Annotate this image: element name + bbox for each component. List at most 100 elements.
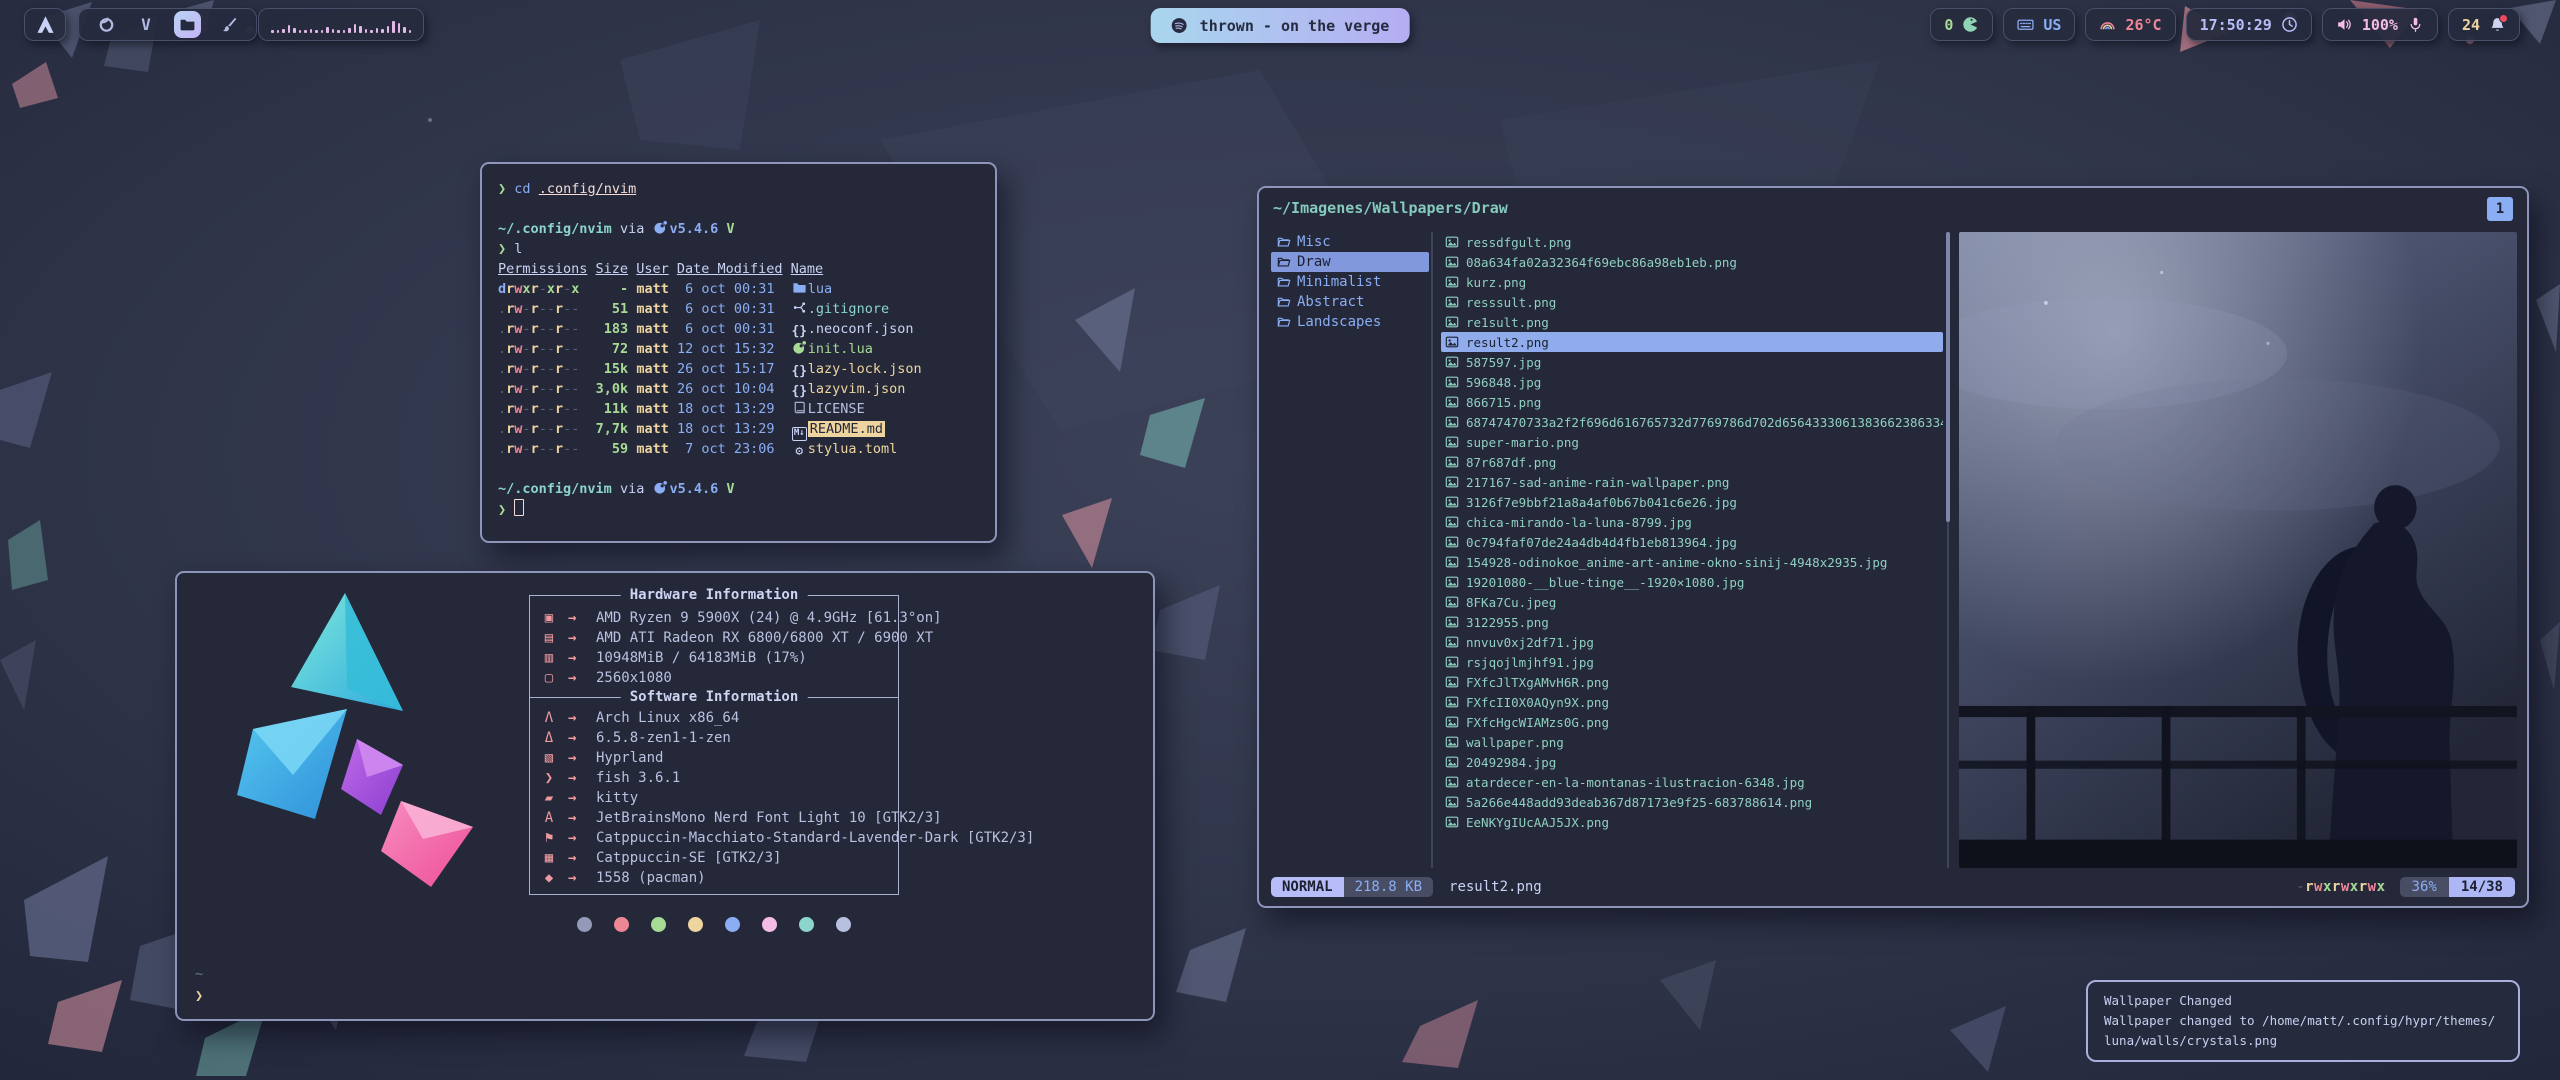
file-entry[interactable]: rsjqojlmjhf91.jpg bbox=[1441, 652, 1943, 672]
terminal-window[interactable]: ❯ cd .config/nvim ~/.config/nvim via v5.… bbox=[480, 162, 997, 543]
file-entry[interactable]: result2.png bbox=[1441, 332, 1943, 352]
file-entry[interactable]: 587597.jpg bbox=[1441, 352, 1943, 372]
music-player-pill[interactable]: thrown - on the verge bbox=[1151, 8, 1410, 43]
sidebar-dir-draw[interactable]: Draw bbox=[1271, 252, 1429, 272]
terminal-row-value: kitty bbox=[596, 788, 638, 808]
file-entry[interactable]: 8FKa7Cu.jpeg bbox=[1441, 592, 1943, 612]
file-entry[interactable]: FXfcHgcWIAMzs0G.png bbox=[1441, 712, 1943, 732]
visualizer-bar bbox=[392, 21, 395, 33]
file-size-chip: 218.8 KB bbox=[1344, 877, 1433, 897]
scrollbar-thumb[interactable] bbox=[1946, 232, 1950, 522]
prompt-symbol: ❯ bbox=[498, 181, 506, 197]
file-entry[interactable]: 3122955.png bbox=[1441, 612, 1943, 632]
file-entry-name: 8FKa7Cu.jpeg bbox=[1466, 595, 1556, 610]
file-date: 7 oct 23:06 bbox=[677, 441, 775, 457]
file-entry[interactable]: 20492984.jpg bbox=[1441, 752, 1943, 772]
file-entry[interactable]: resssult.png bbox=[1441, 292, 1943, 312]
visualizer[interactable] bbox=[258, 8, 424, 41]
notification-toast[interactable]: Wallpaper Changed Wallpaper changed to /… bbox=[2086, 980, 2520, 1062]
neovim-button[interactable]: V bbox=[134, 13, 158, 37]
file-permissions: .rw-r--r-- bbox=[498, 301, 579, 317]
shell-status-line: ~/.config/nvim via v5.4.6 V bbox=[498, 479, 995, 499]
font-icon: A bbox=[536, 808, 562, 828]
file-manager-button[interactable] bbox=[174, 11, 201, 38]
file-entry[interactable]: ressdfgult.png bbox=[1441, 232, 1943, 252]
clock-module[interactable]: 17:50:29 bbox=[2186, 8, 2312, 41]
window-icon: ▧ bbox=[536, 748, 562, 768]
file-entry[interactable]: kurz.png bbox=[1441, 272, 1943, 292]
icons-grid-icon: ▦ bbox=[536, 848, 562, 868]
file-entry[interactable]: 5a266e448add93deab367d87173e9f25-6837886… bbox=[1441, 792, 1943, 812]
sidebar-dir-minimalist[interactable]: Minimalist bbox=[1271, 272, 1429, 292]
wm-row: ▧→Hyprland bbox=[536, 748, 898, 768]
paintbrush-button[interactable] bbox=[217, 13, 241, 37]
keyboard-module[interactable]: US bbox=[2003, 8, 2075, 41]
image-file-icon bbox=[1445, 515, 1459, 529]
sidebar-dir-abstract[interactable]: Abstract bbox=[1271, 292, 1429, 312]
file-entry[interactable]: 87r687df.png bbox=[1441, 452, 1943, 472]
icons-row: ▦→Catppuccin-SE [GTK2/3] bbox=[536, 848, 898, 868]
sidebar-dir-landscapes[interactable]: Landscapes bbox=[1271, 312, 1429, 332]
file-entry[interactable]: 0c794faf07de24a4db4d4fb1eb813964.jpg bbox=[1441, 532, 1943, 552]
firefox-button[interactable] bbox=[94, 13, 118, 37]
scroll-progress: 36% bbox=[2400, 877, 2449, 897]
image-file-icon bbox=[1445, 375, 1459, 389]
file-entry[interactable]: FXfcII0X0AQyn9X.png bbox=[1441, 692, 1943, 712]
file-entry[interactable]: 3126f7e9bbf21a8a4af0b67b041c6e26.jpg bbox=[1441, 492, 1943, 512]
file-entry-name: 20492984.jpg bbox=[1466, 755, 1556, 770]
volume-module[interactable]: 100% bbox=[2322, 8, 2438, 41]
file-entry[interactable]: EeNKYgIUcAAJ5JX.png bbox=[1441, 812, 1943, 832]
lua-version: v5.4.6 bbox=[669, 221, 718, 237]
file-entry[interactable]: 68747470733a2f2f696d616765732d7769786d70… bbox=[1441, 412, 1943, 432]
file-entry[interactable]: 08a634fa02a32364f69ebc86a98eb1eb.png bbox=[1441, 252, 1943, 272]
software-section-title: Software Information bbox=[621, 687, 808, 707]
resolution-row: ▢→2560x1080 bbox=[536, 668, 898, 688]
sidebar-dir-misc[interactable]: Misc bbox=[1271, 232, 1429, 252]
file-name: init.lua bbox=[808, 341, 873, 357]
keyboard-icon bbox=[2017, 16, 2034, 33]
system-info-window[interactable]: Hardware Information ▣→AMD Ryzen 9 5900X… bbox=[175, 571, 1155, 1021]
file-row: .rw-r--r-- 51 matt 6 oct 00:31 .gitignor… bbox=[498, 299, 995, 319]
image-file-icon bbox=[1445, 615, 1459, 629]
file-entry[interactable]: wallpaper.png bbox=[1441, 732, 1943, 752]
image-file-icon bbox=[1445, 715, 1459, 729]
prompt-input-line[interactable]: ❯ bbox=[498, 499, 995, 519]
file-entry[interactable]: FXfcJlTXgAMvH6R.png bbox=[1441, 672, 1943, 692]
notification-dot bbox=[2499, 14, 2508, 23]
file-entry[interactable]: re1sult.png bbox=[1441, 312, 1943, 332]
file-entry[interactable]: 866715.png bbox=[1441, 392, 1943, 412]
fetch-shell-prompt[interactable]: ~ ❯ bbox=[195, 963, 203, 1007]
tab-badge[interactable]: 1 bbox=[2487, 197, 2513, 221]
file-entry-name: atardecer-en-la-montanas-ilustracion-634… bbox=[1466, 775, 1805, 790]
command: cd bbox=[514, 181, 530, 197]
notifications-module[interactable]: 24 bbox=[2448, 8, 2520, 41]
cpu-row-value: AMD Ryzen 9 5900X (24) @ 4.9GHz [61.3°on… bbox=[596, 608, 942, 628]
file-entry[interactable]: 596848.jpg bbox=[1441, 372, 1943, 392]
file-entry[interactable]: chica-mirando-la-luna-8799.jpg bbox=[1441, 512, 1943, 532]
weather-module[interactable]: 26°C bbox=[2085, 8, 2175, 41]
file-name: lazyvim.json bbox=[808, 381, 906, 397]
firefox-icon bbox=[98, 16, 115, 33]
neovim-icon: V bbox=[141, 15, 151, 34]
file-entry[interactable]: atardecer-en-la-montanas-ilustracion-634… bbox=[1441, 772, 1943, 792]
file-entry[interactable]: 217167-sad-anime-rain-wallpaper.png bbox=[1441, 472, 1943, 492]
file-entry-name: FXfcJlTXgAMvH6R.png bbox=[1466, 675, 1609, 690]
visualizer-bar bbox=[409, 30, 412, 33]
file-owner: matt bbox=[636, 381, 669, 397]
file-name: lua bbox=[808, 281, 832, 297]
braces-icon: {} bbox=[791, 385, 808, 400]
file-entry[interactable]: 154928-odinokoe_anime-art-anime-okno-sin… bbox=[1441, 552, 1943, 572]
arrow-icon: → bbox=[562, 608, 596, 628]
file-entry[interactable]: nnvuv0xj2df71.jpg bbox=[1441, 632, 1943, 652]
file-manager-window[interactable]: ~/Imagenes/Wallpapers/Draw 1 MiscDrawMin… bbox=[1257, 186, 2529, 908]
kernel-row-value: 6.5.8-zen1-1-zen bbox=[596, 728, 731, 748]
fm-sidebar: MiscDrawMinimalistAbstractLandscapes bbox=[1271, 232, 1429, 868]
book-icon bbox=[791, 400, 808, 415]
file-row: .rw-r--r-- 15k matt 26 oct 15:17 {}lazy-… bbox=[498, 359, 995, 379]
updates-module[interactable]: 0 bbox=[1930, 8, 1993, 41]
file-permissions: .rw-r--r-- bbox=[498, 361, 579, 377]
file-entry[interactable]: super-mario.png bbox=[1441, 432, 1943, 452]
file-entry[interactable]: 19201080-__blue-tinge__-1920×1080.jpg bbox=[1441, 572, 1943, 592]
file-entry-name: 19201080-__blue-tinge__-1920×1080.jpg bbox=[1466, 575, 1744, 590]
app-launcher-button[interactable] bbox=[24, 8, 66, 41]
